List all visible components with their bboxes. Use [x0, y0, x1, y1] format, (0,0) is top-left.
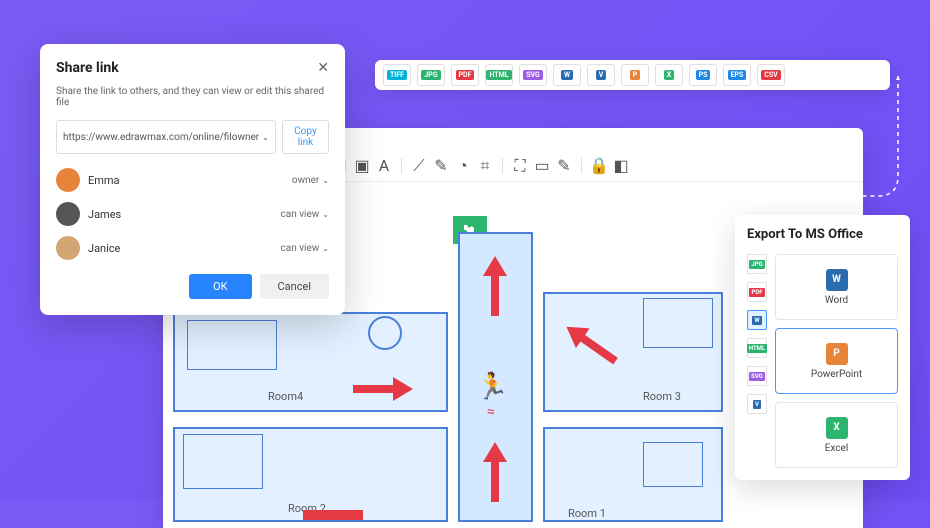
running-person-icon: 🏃: [476, 372, 508, 402]
bed: [643, 298, 713, 348]
export-card-label: PowerPoint: [811, 369, 862, 380]
chevron-down-icon: ⌄: [262, 133, 269, 142]
lock-icon[interactable]: 🔒: [590, 157, 608, 175]
user-name: Emma: [88, 174, 120, 187]
user-row: Emma owner ⌄: [56, 168, 329, 192]
file-format-csv[interactable]: CSV: [757, 64, 785, 86]
file-format-x[interactable]: X: [655, 64, 683, 86]
separator: [581, 158, 582, 174]
export-card-excel[interactable]: X Excel: [775, 402, 898, 468]
user-role-select[interactable]: can view ⌄: [281, 243, 329, 254]
arrow-icon: [483, 442, 507, 502]
file-format-pdf[interactable]: PDF: [451, 64, 479, 86]
font-color-icon[interactable]: A: [375, 157, 393, 175]
user-name: James: [88, 208, 121, 221]
chevron-down-icon: ⌄: [322, 210, 329, 219]
file-format-html[interactable]: HTML: [485, 64, 513, 86]
fire-icon: ≈: [487, 404, 495, 420]
share-url-input[interactable]: https://www.edrawmax.com/online/fil owne…: [56, 120, 276, 154]
word-icon: W: [826, 269, 848, 291]
room-1-label: Room 1: [568, 507, 606, 520]
file-format-w[interactable]: W: [553, 64, 581, 86]
share-url-value: https://www.edrawmax.com/online/fil: [63, 132, 232, 143]
avatar: [56, 202, 80, 226]
chevron-down-icon: ⌄: [322, 176, 329, 185]
furniture-red: [303, 510, 363, 520]
share-description: Share the link to others, and they can v…: [56, 86, 329, 108]
export-card-powerpoint[interactable]: P PowerPoint: [775, 328, 898, 394]
export-title: Export To MS Office: [747, 227, 898, 242]
share-dialog: Share link ✕ Share the link to others, a…: [40, 44, 345, 315]
crop-icon[interactable]: ⌗: [476, 157, 494, 175]
avatar: [56, 168, 80, 192]
file-format-p[interactable]: P: [621, 64, 649, 86]
cancel-button[interactable]: Cancel: [260, 274, 329, 299]
export-panel: Export To MS Office JPG PDF W HTML SVG V W Wor…: [735, 215, 910, 480]
export-format-pdf[interactable]: PDF: [747, 282, 767, 302]
pen-icon[interactable]: ✎: [555, 157, 573, 175]
export-card-label: Excel: [825, 443, 849, 454]
table: [368, 316, 402, 350]
file-format-eps[interactable]: EPS: [723, 64, 751, 86]
export-format-html[interactable]: HTML: [747, 338, 767, 358]
expand-icon[interactable]: ⛶: [511, 157, 529, 175]
separator: [401, 158, 402, 174]
arrow-icon: [353, 377, 413, 401]
export-card-label: Word: [825, 295, 848, 306]
fill-icon[interactable]: ▣: [353, 157, 371, 175]
share-url-role[interactable]: owner ⌄: [232, 132, 269, 143]
share-title: Share link: [56, 60, 119, 76]
furniture: [187, 320, 277, 370]
export-card-word[interactable]: W Word: [775, 254, 898, 320]
chevron-down-icon: ⌄: [322, 244, 329, 253]
export-format-svg[interactable]: SVG: [747, 366, 767, 386]
export-format-v[interactable]: V: [747, 394, 767, 414]
user-row: Janice can view ⌄: [56, 236, 329, 260]
excel-icon: X: [826, 417, 848, 439]
copy-link-button[interactable]: Copy link: [282, 120, 329, 154]
user-role-select[interactable]: owner ⌄: [292, 175, 329, 186]
ok-button[interactable]: OK: [189, 274, 251, 299]
bed: [183, 434, 263, 489]
export-format-jpg[interactable]: JPG: [747, 254, 767, 274]
furniture: [643, 442, 703, 487]
avatar: [56, 236, 80, 260]
arrow-icon: [483, 256, 507, 316]
user-name: Janice: [88, 242, 120, 255]
paint-icon[interactable]: ◔: [454, 157, 472, 175]
close-icon[interactable]: ✕: [317, 60, 329, 76]
powerpoint-icon: P: [826, 343, 848, 365]
file-format-v[interactable]: V: [587, 64, 615, 86]
file-format-tiff[interactable]: TIFF: [383, 64, 411, 86]
room-3-label: Room 3: [643, 390, 681, 403]
room-4-label: Room4: [268, 390, 303, 403]
highlight-icon[interactable]: ✎: [432, 157, 450, 175]
file-format-jpg[interactable]: JPG: [417, 64, 445, 86]
separator: [502, 158, 503, 174]
file-format-strip: TIFF JPG PDF HTML SVG WVPX PS EPS CSV: [375, 60, 890, 90]
minimize-icon[interactable]: ▭: [533, 157, 551, 175]
user-role-select[interactable]: can view ⌄: [281, 209, 329, 220]
file-format-ps[interactable]: PS: [689, 64, 717, 86]
export-format-w[interactable]: W: [747, 310, 767, 330]
line-connector-icon[interactable]: ⟋: [410, 157, 428, 175]
layer-icon[interactable]: ◧: [612, 157, 630, 175]
user-row: James can view ⌄: [56, 202, 329, 226]
file-format-svg[interactable]: SVG: [519, 64, 547, 86]
